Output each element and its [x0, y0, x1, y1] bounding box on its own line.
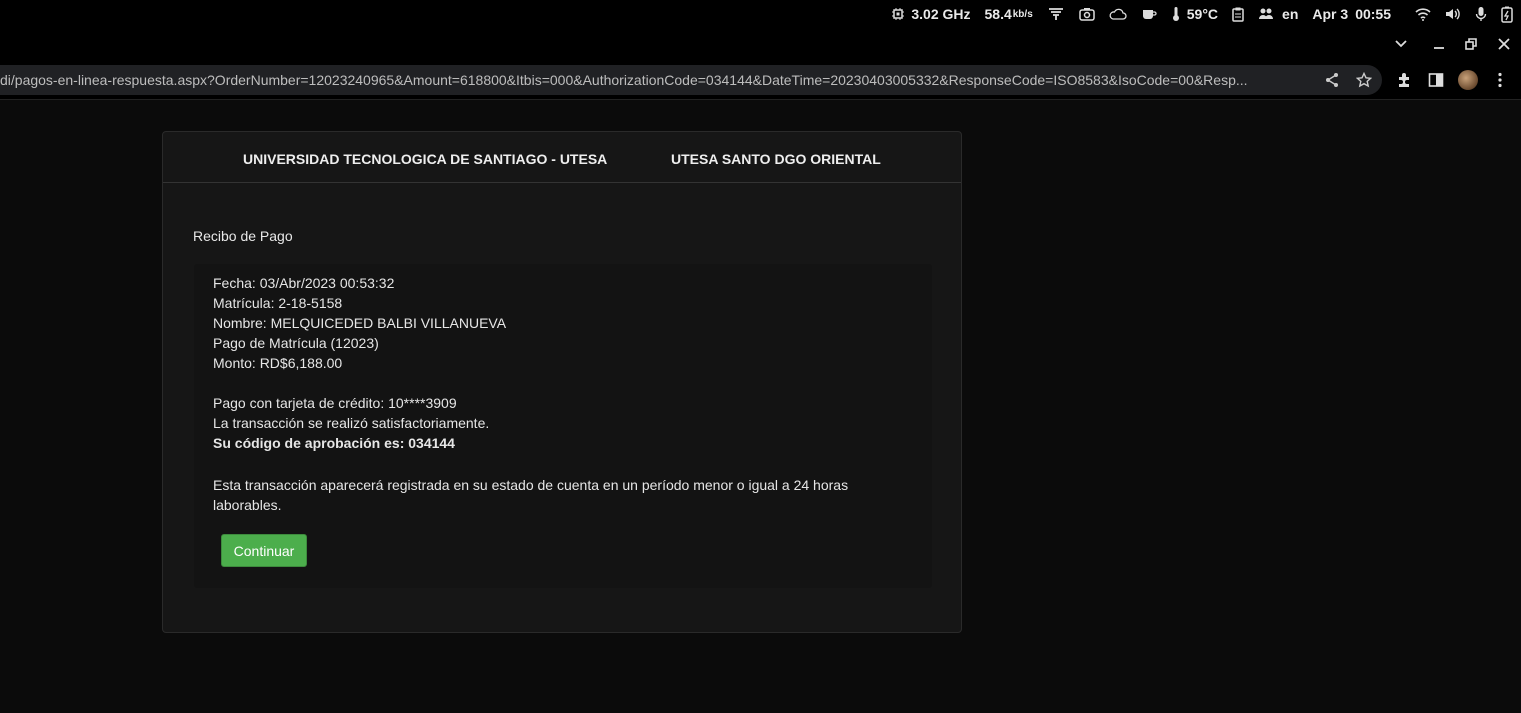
share-icon[interactable] — [1323, 71, 1341, 89]
clipboard-icon[interactable] — [1232, 7, 1244, 22]
microphone-icon[interactable] — [1475, 6, 1487, 22]
cpu-frequency: 3.02 GHz — [911, 6, 971, 22]
minimize-button[interactable] — [1429, 34, 1449, 54]
side-panel-icon[interactable] — [1426, 70, 1446, 90]
receipt-amount: Monto: RD$6,188.00 — [213, 355, 343, 371]
close-window-button[interactable] — [1494, 34, 1514, 54]
temperature-value: 59°C — [1186, 6, 1219, 22]
url-text[interactable]: di/pagos-en-linea-respuesta.aspx?OrderNu… — [0, 72, 1310, 88]
receipt-card-number: Pago con tarjeta de crédito: 10****3909 — [213, 395, 457, 411]
network-speed[interactable]: 58.4 kb/s — [985, 6, 1033, 22]
language-indicator[interactable]: en — [1258, 6, 1298, 22]
camera-icon[interactable] — [1079, 7, 1095, 21]
campus-name: UTESA SANTO DGO ORIENTAL — [671, 151, 881, 167]
profile-avatar[interactable] — [1458, 70, 1478, 90]
receipt-card: UNIVERSIDAD TECNOLOGICA DE SANTIAGO - UT… — [162, 131, 962, 633]
receipt-note: Esta transacción aparecerá registrada en… — [213, 477, 849, 513]
chevron-down-icon[interactable] — [1391, 34, 1411, 54]
volume-icon[interactable] — [1445, 7, 1461, 21]
wifi-icon[interactable] — [1415, 7, 1431, 21]
receipt-name: Nombre: MELQUICEDED BALBI VILLANUEVA — [213, 315, 507, 331]
clock-time: 00:55 — [1355, 6, 1391, 22]
bookmark-star-icon[interactable] — [1355, 71, 1373, 89]
receipt-details: Fecha: 03/Abr/2023 00:53:32 Matrícula: 2… — [194, 264, 932, 588]
receipt-status: La transacción se realizó satisfactoriam… — [213, 415, 490, 431]
receipt-title: Recibo de Pago — [193, 228, 293, 244]
approval-code: Su código de aprobación es: 034144 — [213, 435, 455, 451]
address-bar[interactable]: di/pagos-en-linea-respuesta.aspx?OrderNu… — [0, 65, 1382, 95]
battery-icon[interactable] — [1501, 6, 1513, 23]
keyboard-users-icon — [1258, 7, 1274, 21]
clock-date: Apr 3 — [1312, 6, 1349, 22]
receipt-date: Fecha: 03/Abr/2023 00:53:32 — [213, 275, 395, 291]
window-controls-bar — [0, 28, 1521, 60]
continue-button[interactable]: Continuar — [221, 534, 307, 567]
network-speed-value: 58.4 — [984, 6, 1012, 22]
cloud-icon[interactable] — [1109, 8, 1127, 20]
university-name: UNIVERSIDAD TECNOLOGICA DE SANTIAGO - UT… — [243, 151, 608, 167]
browser-menu-icon[interactable] — [1490, 70, 1510, 90]
thermometer-icon — [1171, 6, 1181, 22]
browser-toolbar: di/pagos-en-linea-respuesta.aspx?OrderNu… — [0, 60, 1521, 100]
network-speed-unit: kb/s — [1012, 8, 1033, 20]
receipt-enrollment: Matrícula: 2-18-5158 — [213, 295, 343, 311]
coffee-icon[interactable] — [1141, 7, 1157, 21]
receipt-concept: Pago de Matrícula (12023) — [213, 335, 379, 351]
system-top-bar: 3.02 GHz 58.4 kb/s 59°C en Apr 3 00:55 — [0, 0, 1521, 28]
card-header: UNIVERSIDAD TECNOLOGICA DE SANTIAGO - UT… — [163, 132, 961, 183]
cpu-icon — [891, 7, 905, 21]
language-code: en — [1282, 6, 1299, 22]
satellite-icon[interactable] — [1047, 7, 1065, 21]
clock[interactable]: Apr 3 00:55 — [1312, 6, 1391, 22]
cpu-indicator[interactable]: 3.02 GHz — [891, 6, 971, 22]
temperature-indicator[interactable]: 59°C — [1171, 6, 1218, 22]
restore-button[interactable] — [1461, 34, 1481, 54]
extensions-icon[interactable] — [1394, 70, 1414, 90]
